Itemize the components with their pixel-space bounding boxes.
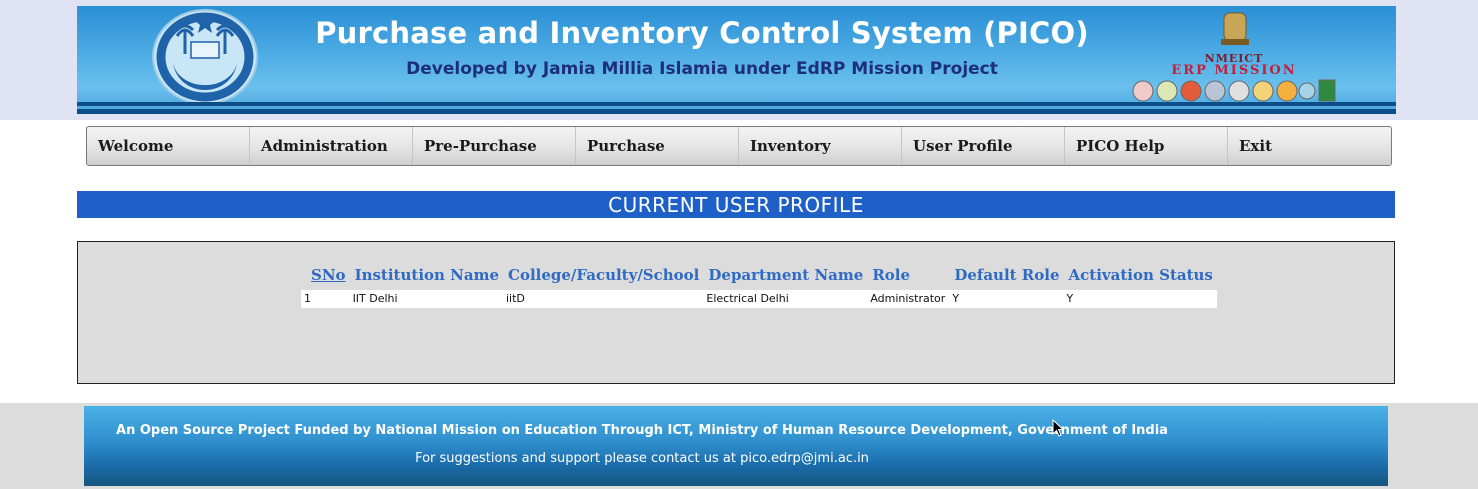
- column-header-role: Role: [872, 266, 911, 284]
- column-header-college: College/Faculty/School: [508, 266, 700, 284]
- column-header-default-role: Default Role: [954, 266, 1060, 284]
- header-stripe: [77, 109, 1396, 114]
- mouse-cursor-icon: [1052, 419, 1064, 437]
- column-header-institution: Institution Name: [354, 266, 499, 284]
- cell-college: iitD: [503, 290, 704, 308]
- site-footer: An Open Source Project Funded by Nationa…: [84, 406, 1388, 486]
- menu-user-profile[interactable]: User Profile: [902, 127, 1065, 165]
- footer-funding-text: An Open Source Project Funded by Nationa…: [116, 423, 1168, 438]
- column-header-department: Department Name: [708, 266, 864, 284]
- section-title: CURRENT USER PROFILE: [77, 191, 1395, 218]
- table-row: 1 IIT Delhi iitD Electrical Delhi Admini…: [301, 290, 1217, 308]
- menu-administration[interactable]: Administration: [250, 127, 413, 165]
- menu-welcome[interactable]: Welcome: [87, 127, 250, 165]
- cell-institution: IIT Delhi: [349, 290, 503, 308]
- menu-pre-purchase[interactable]: Pre-Purchase: [413, 127, 576, 165]
- header-stripe: [77, 102, 1396, 106]
- table-header-row: SNo Institution Name College/Faculty/Sch…: [301, 264, 1217, 290]
- cell-default-role: Y: [949, 290, 1064, 308]
- user-profile-panel: SNo Institution Name College/Faculty/Sch…: [77, 241, 1395, 384]
- column-header-activation-status: Activation Status: [1068, 266, 1213, 284]
- site-header: Purchase and Inventory Control System (P…: [77, 6, 1396, 114]
- erp-mission-logo: NMEICT ERP MISSION: [1129, 9, 1339, 105]
- menu-purchase[interactable]: Purchase: [576, 127, 739, 165]
- menu-inventory[interactable]: Inventory: [739, 127, 902, 165]
- cell-role: Administrator: [867, 290, 950, 308]
- cell-activation-status: Y: [1063, 290, 1217, 308]
- cell-department: Electrical Delhi: [703, 290, 868, 308]
- cell-sno: 1: [301, 290, 350, 308]
- menu-pico-help[interactable]: PICO Help: [1065, 127, 1228, 165]
- column-header-sno[interactable]: SNo: [301, 264, 350, 290]
- menu-exit[interactable]: Exit: [1228, 127, 1391, 165]
- user-profile-table: SNo Institution Name College/Faculty/Sch…: [301, 264, 1217, 308]
- erp-mission-text: ERP MISSION: [1171, 63, 1297, 78]
- main-menu: Welcome Administration Pre-Purchase Purc…: [86, 126, 1392, 166]
- footer-contact-text: For suggestions and support please conta…: [415, 451, 869, 466]
